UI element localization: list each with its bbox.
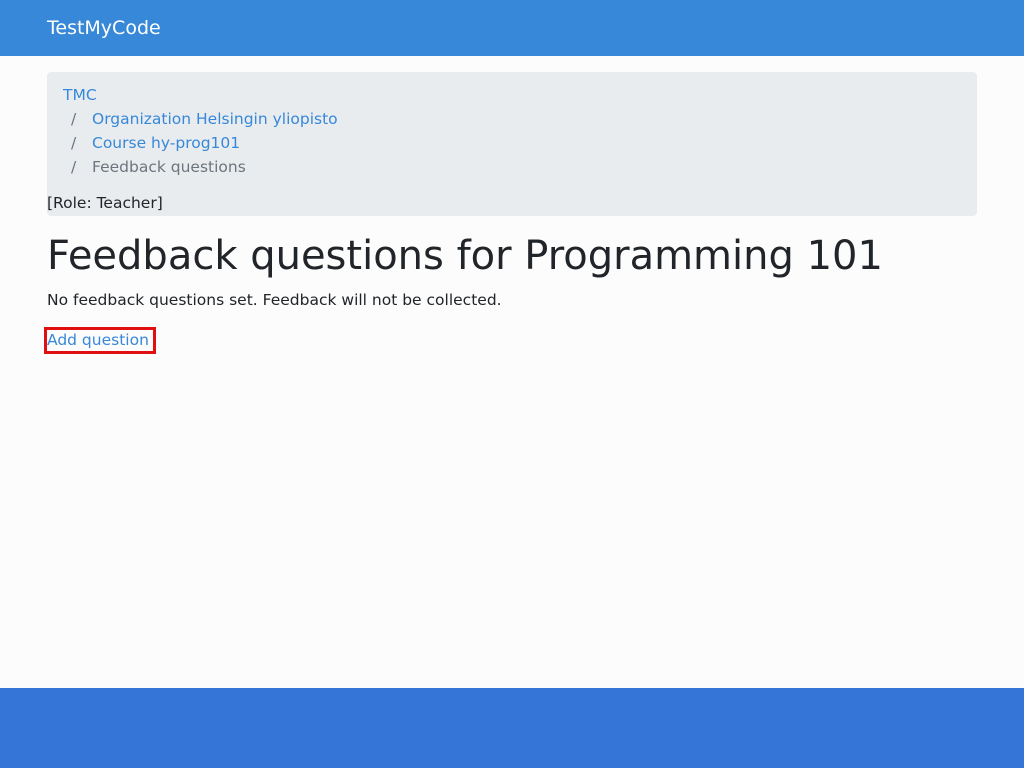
breadcrumb-link-organization[interactable]: Organization Helsingin yliopisto	[92, 110, 338, 128]
add-question-link[interactable]: Add question	[44, 327, 156, 354]
top-navbar: TestMyCode	[0, 0, 1024, 56]
breadcrumb-item-organization: / Organization Helsingin yliopisto	[71, 109, 338, 129]
breadcrumb-separator: /	[71, 158, 77, 176]
brand-link[interactable]: TestMyCode	[47, 16, 161, 40]
no-questions-message: No feedback questions set. Feedback will…	[47, 291, 502, 309]
footer	[0, 688, 1024, 768]
breadcrumb-item-feedback-questions: / Feedback questions	[71, 157, 246, 177]
breadcrumb-separator: /	[71, 110, 77, 128]
breadcrumb-item-course: / Course hy-prog101	[71, 133, 240, 153]
breadcrumb-item-tmc: TMC	[63, 85, 97, 105]
breadcrumb-separator: /	[71, 134, 77, 152]
role-indicator: [Role: Teacher]	[47, 194, 163, 212]
breadcrumb-link-tmc[interactable]: TMC	[63, 86, 97, 104]
breadcrumb: TMC / Organization Helsingin yliopisto / C…	[47, 72, 977, 216]
breadcrumb-current-page: Feedback questions	[92, 158, 246, 176]
breadcrumb-link-course[interactable]: Course hy-prog101	[92, 134, 240, 152]
add-question-label: Add question	[47, 331, 149, 349]
page-title: Feedback questions for Programming 101	[47, 233, 883, 279]
